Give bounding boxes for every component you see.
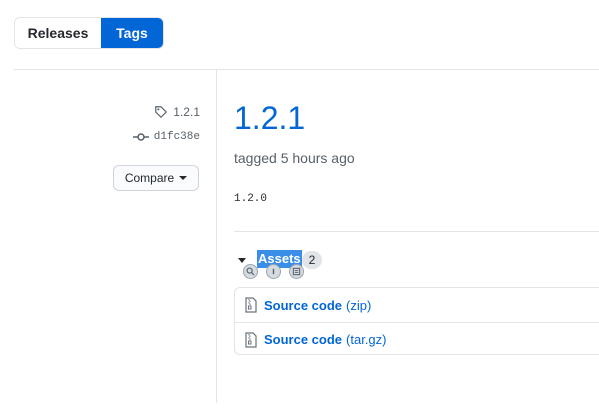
compare-label: Compare bbox=[124, 171, 175, 185]
release-body: 1.2.0 bbox=[234, 193, 268, 205]
search-icon[interactable] bbox=[243, 264, 258, 279]
timeline-line bbox=[216, 69, 217, 403]
asset-name: Source code bbox=[264, 332, 343, 347]
assets-list: Source code (zip) Source code (tar.gz) bbox=[234, 287, 599, 355]
asset-item-zip[interactable]: Source code (zip) bbox=[235, 288, 599, 322]
selection-overlay-icons bbox=[243, 264, 304, 279]
chevron-down-icon bbox=[179, 176, 188, 180]
assets-divider bbox=[234, 231, 599, 232]
release-title[interactable]: 1.2.1 bbox=[234, 100, 305, 137]
copy-icon[interactable] bbox=[289, 264, 304, 279]
release-tag-tabs: Releases Tags bbox=[14, 17, 164, 49]
commit-sha: d1fc38e bbox=[153, 131, 200, 143]
tag-icon bbox=[154, 105, 168, 119]
tag-name: 1.2.1 bbox=[173, 105, 200, 119]
tagged-time: tagged 5 hours ago bbox=[234, 150, 355, 166]
asset-item-targz[interactable]: Source code (tar.gz) bbox=[235, 322, 599, 356]
file-zip-icon bbox=[245, 297, 257, 313]
tag-link[interactable]: 1.2.1 bbox=[154, 105, 200, 119]
caret-down-icon[interactable] bbox=[238, 258, 246, 263]
compare-button[interactable]: Compare bbox=[113, 165, 199, 191]
commit-icon bbox=[132, 132, 149, 142]
commit-link[interactable]: d1fc38e bbox=[132, 131, 200, 143]
asset-name: Source code bbox=[264, 297, 343, 313]
asset-extension: (tar.gz) bbox=[346, 332, 387, 347]
top-divider bbox=[14, 69, 599, 70]
assets-count-badge: 2 bbox=[302, 251, 322, 269]
tab-tags[interactable]: Tags bbox=[101, 18, 163, 48]
info-icon[interactable] bbox=[266, 264, 281, 279]
tab-releases[interactable]: Releases bbox=[15, 18, 101, 48]
file-zip-icon bbox=[245, 331, 257, 348]
asset-extension: (zip) bbox=[346, 297, 372, 313]
